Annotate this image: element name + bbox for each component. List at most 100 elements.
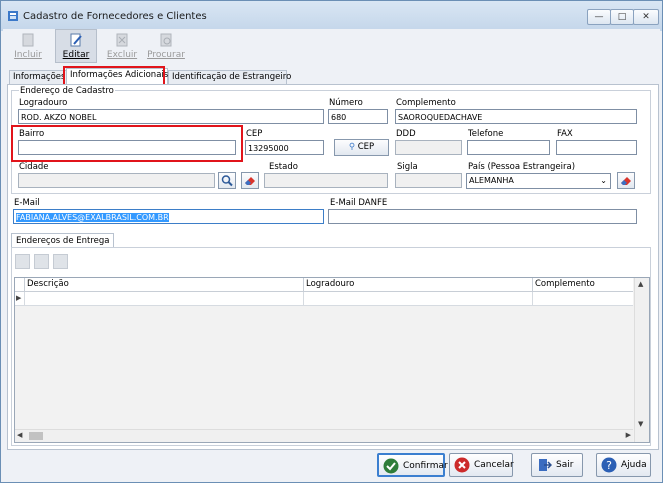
bairro-highlight-box <box>11 125 243 162</box>
close-icon: ✕ <box>642 12 650 22</box>
tab-informacoes[interactable]: Informações <box>9 70 67 84</box>
scroll-right-icon[interactable]: ▶ <box>626 431 631 439</box>
cidade-search-button[interactable] <box>218 172 236 189</box>
cidade-clear-button[interactable] <box>241 172 259 189</box>
tab-identificacao-estrangeiro[interactable]: Identificação de Estrangeiro <box>168 70 291 84</box>
estado-field[interactable] <box>264 173 388 188</box>
editar-button[interactable]: Editar <box>55 29 97 63</box>
complemento-field[interactable]: SAOROQUEDACHAVE <box>395 109 637 124</box>
cep-label: CEP <box>246 129 263 139</box>
col-descricao[interactable]: Descrição <box>24 278 303 291</box>
footer-bar: Confirmar Cancelar Sair ? Ajuda <box>1 450 662 482</box>
complemento-label: Complemento <box>396 98 456 108</box>
logradouro-field[interactable]: ROD. AKZO NOBEL <box>18 109 324 124</box>
email-danfe-label: E-Mail DANFE <box>330 198 388 208</box>
scroll-up-icon[interactable]: ▲ <box>638 280 643 288</box>
window-title: Cadastro de Fornecedores e Clientes <box>23 11 207 22</box>
exit-door-icon <box>539 459 552 471</box>
procurar-label: Procurar <box>147 50 185 60</box>
maximize-button[interactable]: □ <box>610 9 634 25</box>
sair-label: Sair <box>556 460 574 470</box>
pais-label: País (Pessoa Estrangeira) <box>468 162 576 172</box>
edit-row-icon[interactable] <box>34 254 49 269</box>
cancel-icon <box>454 457 470 473</box>
numero-field[interactable]: 680 <box>328 109 388 124</box>
logradouro-label: Logradouro <box>19 98 68 108</box>
numero-label: Número <box>329 98 363 108</box>
scroll-left-icon[interactable]: ◀ <box>17 431 22 439</box>
cidade-label: Cidade <box>19 162 49 172</box>
minimize-icon: — <box>594 12 604 22</box>
cell-complemento[interactable] <box>532 292 633 305</box>
incluir-button[interactable]: Incluir <box>7 29 49 63</box>
cell-descricao[interactable] <box>24 292 303 305</box>
pais-clear-button[interactable] <box>617 172 635 189</box>
edit-document-icon <box>70 33 82 47</box>
eraser-icon <box>621 177 631 185</box>
add-row-icon[interactable] <box>15 254 30 269</box>
confirmar-label: Confirmar <box>403 461 448 471</box>
search-icon <box>221 175 233 187</box>
pais-selected-value: ALEMANHA <box>469 176 514 185</box>
estado-label: Estado <box>269 162 298 172</box>
col-logradouro[interactable]: Logradouro <box>303 278 532 291</box>
confirmar-button[interactable]: Confirmar <box>377 453 448 477</box>
cep-lookup-button[interactable]: ⚲ CEP <box>334 139 389 156</box>
app-icon <box>8 11 18 21</box>
email-value: FABIANA.ALVES@EXALBRASIL.COM.BR <box>16 213 169 222</box>
pais-select[interactable]: ALEMANHA ⌄ <box>466 173 611 189</box>
help-icon: ? <box>601 457 617 473</box>
delete-document-icon <box>116 33 128 47</box>
eraser-icon <box>245 177 255 185</box>
telefone-label: Telefone <box>468 129 504 139</box>
email-danfe-field[interactable] <box>328 209 637 224</box>
endereco-group-title: Endereço de Cadastro <box>19 86 115 96</box>
row-pointer-icon: ▶ <box>16 294 22 302</box>
check-icon <box>383 458 399 474</box>
ajuda-label: Ajuda <box>621 460 647 470</box>
close-button[interactable]: ✕ <box>633 9 659 25</box>
scroll-down-icon[interactable]: ▼ <box>638 420 643 428</box>
cell-logradouro[interactable] <box>303 292 532 305</box>
ddd-field[interactable] <box>395 140 462 155</box>
cep-field[interactable]: 13295000 <box>245 140 324 155</box>
maximize-icon: □ <box>617 12 627 22</box>
search-document-icon <box>160 33 172 47</box>
excluir-button[interactable]: Excluir <box>101 29 143 63</box>
ajuda-button[interactable]: ? Ajuda <box>596 453 651 477</box>
delete-row-icon[interactable] <box>53 254 68 269</box>
cidade-field[interactable] <box>18 173 215 188</box>
fax-label: FAX <box>557 129 573 139</box>
svg-text:?: ? <box>606 459 612 472</box>
chevron-down-icon: ⌄ <box>600 176 607 185</box>
cancelar-button[interactable]: Cancelar <box>449 453 514 477</box>
ddd-label: DDD <box>396 129 416 139</box>
minimize-button[interactable]: — <box>587 9 611 25</box>
editar-label: Editar <box>62 50 90 60</box>
excluir-label: Excluir <box>106 50 138 60</box>
sigla-field[interactable] <box>395 173 462 188</box>
sair-button[interactable]: Sair <box>531 453 583 477</box>
incluir-label: Incluir <box>14 50 42 60</box>
entrega-toolbar <box>13 253 71 271</box>
email-label: E-Mail <box>14 198 40 208</box>
procurar-button[interactable]: Procurar <box>145 29 187 63</box>
sigla-label: Sigla <box>397 162 418 172</box>
horizontal-scrollbar[interactable]: ◀ ▶ <box>15 429 633 442</box>
col-complemento[interactable]: Complemento <box>532 278 633 291</box>
table-row[interactable]: ▶ <box>15 292 633 306</box>
toolbar: Incluir Editar Excluir Procurar <box>3 29 660 63</box>
grid-header: Descrição Logradouro Complemento <box>15 278 633 292</box>
tab-enderecos-entrega[interactable]: Endereços de Entrega <box>11 233 115 248</box>
vertical-scrollbar[interactable]: ▲ ▼ <box>634 278 649 442</box>
main-window: Cadastro de Fornecedores e Clientes — □ … <box>0 0 663 483</box>
cep-button-label: CEP <box>357 142 375 152</box>
location-pin-icon: ⚲ <box>348 142 356 152</box>
scroll-thumb[interactable] <box>29 432 43 440</box>
new-document-icon <box>22 33 34 47</box>
fax-field[interactable] <box>556 140 637 155</box>
title-bar: Cadastro de Fornecedores e Clientes — □ … <box>1 1 662 31</box>
cancelar-label: Cancelar <box>474 460 514 470</box>
telefone-field[interactable] <box>467 140 550 155</box>
email-field[interactable]: FABIANA.ALVES@EXALBRASIL.COM.BR <box>13 209 324 224</box>
